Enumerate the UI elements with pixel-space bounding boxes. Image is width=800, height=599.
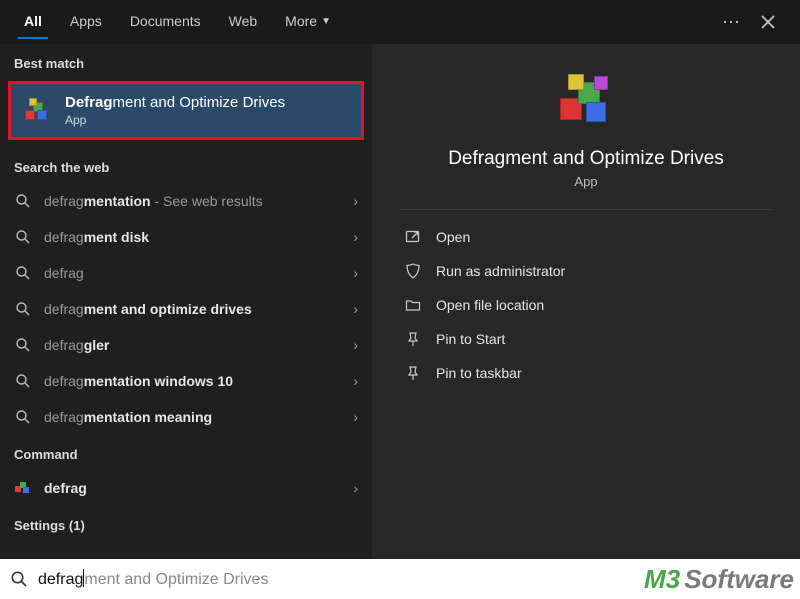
defrag-icon <box>23 96 53 126</box>
web-result-item[interactable]: defragment and optimize drives › <box>0 291 372 327</box>
action-pin-start[interactable]: Pin to Start <box>400 322 772 356</box>
folder-icon <box>404 296 422 314</box>
web-result-text: defragmentation - See web results <box>44 193 341 209</box>
chevron-down-icon: ▼ <box>321 16 331 27</box>
action-open-location-label: Open file location <box>436 297 544 313</box>
chevron-right-icon: › <box>353 265 358 281</box>
detail-subtitle: App <box>400 174 772 189</box>
action-pin-taskbar-label: Pin to taskbar <box>436 365 522 381</box>
more-options-button[interactable]: ⋯ <box>722 12 742 33</box>
section-search-web: Search the web <box>0 148 372 183</box>
best-match-item[interactable]: Defragment and Optimize Drives App <box>8 81 364 140</box>
command-icon <box>14 479 32 497</box>
topbar-right: ⋯ <box>722 6 790 38</box>
chevron-right-icon: › <box>353 480 358 496</box>
tab-more-label: More <box>285 13 317 29</box>
web-result-text: defragmentation meaning <box>44 409 341 425</box>
search-icon <box>14 228 32 246</box>
web-results-list: defragmentation - See web results›defrag… <box>0 183 372 435</box>
results-column: Best match Defragment and Optimize Drive… <box>0 44 372 559</box>
chevron-right-icon: › <box>353 409 358 425</box>
search-tabs-bar: All Apps Documents Web More ▼ ⋯ <box>0 0 800 44</box>
web-result-item[interactable]: defrag › <box>0 255 372 291</box>
search-bar[interactable]: defragment and Optimize Drives M3Softwar… <box>0 559 800 599</box>
action-open-location[interactable]: Open file location <box>400 288 772 322</box>
chevron-right-icon: › <box>353 193 358 209</box>
windows-search-panel: All Apps Documents Web More ▼ ⋯ Best mat… <box>0 0 800 599</box>
search-input[interactable]: defragment and Optimize Drives <box>38 569 268 589</box>
detail-divider <box>400 209 772 210</box>
web-result-text: defrag <box>44 265 341 281</box>
tab-web[interactable]: Web <box>215 5 272 39</box>
web-result-item[interactable]: defraggler › <box>0 327 372 363</box>
shield-icon <box>404 262 422 280</box>
web-result-item[interactable]: defragmentation windows 10 › <box>0 363 372 399</box>
action-run-admin-label: Run as administrator <box>436 263 565 279</box>
section-settings: Settings (1) <box>0 506 372 541</box>
web-result-item[interactable]: defragmentation meaning › <box>0 399 372 435</box>
search-typed-text: defrag <box>38 571 83 588</box>
best-match-text: Defragment and Optimize Drives App <box>65 94 285 127</box>
command-label: defrag <box>44 480 87 496</box>
action-pin-start-label: Pin to Start <box>436 331 505 347</box>
section-best-match: Best match <box>0 44 372 79</box>
action-run-admin[interactable]: Run as administrator <box>400 254 772 288</box>
chevron-right-icon: › <box>353 337 358 353</box>
web-result-item[interactable]: defragment disk › <box>0 219 372 255</box>
tab-all[interactable]: All <box>10 5 56 39</box>
chevron-right-icon: › <box>353 373 358 389</box>
search-body: Best match Defragment and Optimize Drive… <box>0 44 800 559</box>
open-icon <box>404 228 422 246</box>
pin-icon <box>404 364 422 382</box>
search-icon <box>14 372 32 390</box>
web-result-text: defraggler <box>44 337 341 353</box>
search-icon <box>14 192 32 210</box>
chevron-right-icon: › <box>353 229 358 245</box>
web-result-text: defragment disk <box>44 229 341 245</box>
detail-title: Defragment and Optimize Drives <box>400 148 772 170</box>
action-pin-taskbar[interactable]: Pin to taskbar <box>400 356 772 390</box>
best-match-title-rest: ment and Optimize Drives <box>113 94 286 111</box>
watermark-3: 3 <box>666 564 680 594</box>
web-result-item[interactable]: defragmentation - See web results › <box>0 183 372 219</box>
search-tabs: All Apps Documents Web More ▼ <box>10 5 345 39</box>
detail-header: Defragment and Optimize Drives App <box>400 44 772 189</box>
search-icon <box>14 408 32 426</box>
section-command: Command <box>0 435 372 470</box>
search-icon <box>14 264 32 282</box>
search-icon <box>10 570 28 588</box>
best-match-subtitle: App <box>65 113 285 127</box>
tab-documents[interactable]: Documents <box>116 5 215 39</box>
pin-icon <box>404 330 422 348</box>
watermark-software: Software <box>684 564 794 594</box>
action-open-label: Open <box>436 229 470 245</box>
tab-more[interactable]: More ▼ <box>271 5 345 39</box>
defrag-icon-large <box>554 68 618 132</box>
web-result-text: defragmentation windows 10 <box>44 373 341 389</box>
search-icon <box>14 336 32 354</box>
watermark: M3Software <box>644 564 794 595</box>
detail-column: Defragment and Optimize Drives App Open … <box>372 44 800 559</box>
watermark-m: M <box>644 564 666 594</box>
search-autocomplete-text: ment and Optimize Drives <box>84 571 268 588</box>
tab-apps[interactable]: Apps <box>56 5 116 39</box>
action-open[interactable]: Open <box>400 220 772 254</box>
search-icon <box>14 300 32 318</box>
chevron-right-icon: › <box>353 301 358 317</box>
close-button[interactable] <box>752 6 784 38</box>
best-match-title-prefix: Defrag <box>65 94 113 111</box>
web-result-text: defragment and optimize drives <box>44 301 341 317</box>
close-icon <box>761 15 775 29</box>
command-item[interactable]: defrag › <box>0 470 372 506</box>
